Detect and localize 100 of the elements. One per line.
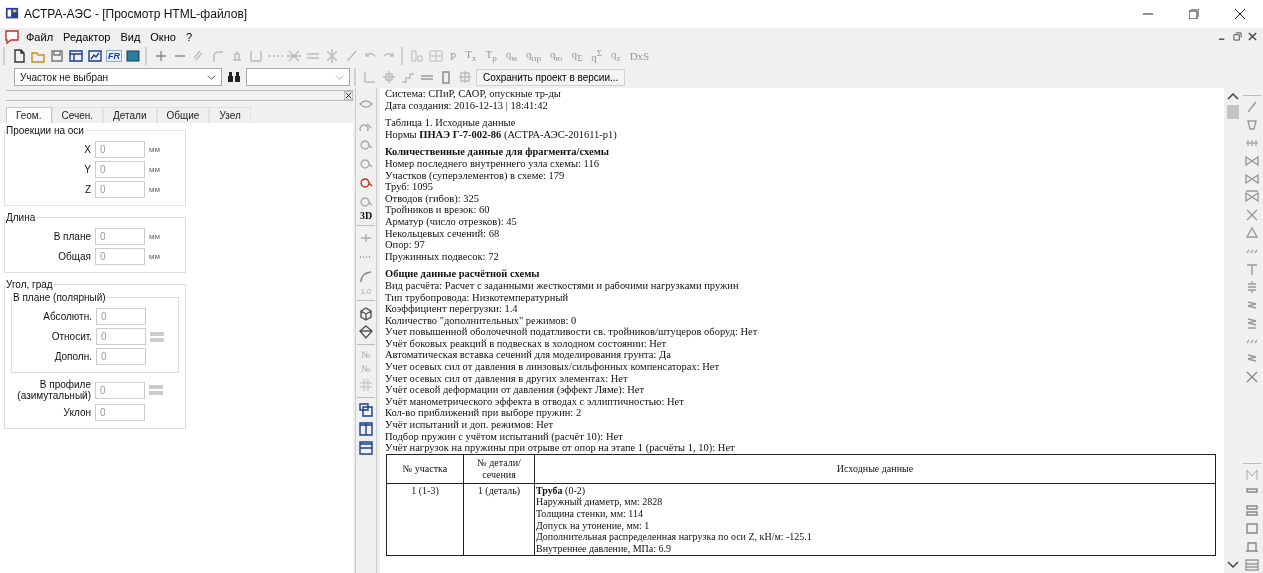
text-line: Учет повышенной оболочечной податливости св. тройников/штуцеров оборуд: Нет (385, 326, 759, 338)
panel-tab[interactable]: Детали (103, 107, 157, 123)
panel-tab[interactable]: Узел (209, 107, 251, 123)
text-line: Коэффициент перегрузки: 1.4 (385, 303, 519, 315)
unit-label: мм (149, 252, 160, 261)
document-icon (4, 28, 20, 45)
table-icon[interactable] (1244, 557, 1260, 573)
close-icon (1235, 9, 1245, 19)
toolbar-button[interactable]: T$_{x}$ (462, 47, 480, 64)
text-line: Учет осевых сил от давления в линзовых/сильфонных компенсаторах: Нет (385, 361, 720, 373)
toolbar-button[interactable]: q$_{Σ}$ (568, 47, 586, 64)
scroll-up-icon[interactable] (1226, 92, 1239, 100)
tee-icon[interactable] (1244, 261, 1260, 277)
restore-icon[interactable] (1233, 32, 1242, 41)
input-field[interactable]: 0 (96, 348, 146, 365)
curve-icon[interactable] (358, 268, 374, 284)
input-field[interactable]: 0 (95, 381, 145, 399)
text-line: Нормы ПНАЭ Г-7-002-86 (АСТРА-АЭС-201611-р1) (385, 128, 618, 141)
close-icon[interactable] (344, 91, 353, 100)
window-icon[interactable] (68, 47, 84, 64)
cross-icon[interactable] (1244, 369, 1260, 385)
spinner-icon[interactable] (149, 384, 163, 396)
group-title: В плане (полярный) (12, 292, 107, 303)
cross-icon[interactable] (324, 47, 340, 64)
section-heading: Количественные данные для фрагмента/схемы (385, 146, 611, 158)
toolbar-button[interactable]: q$_{z}$ (608, 47, 624, 64)
text-line: Отводов (гибов): 325 (385, 192, 480, 205)
column-header: № участка (386, 454, 464, 484)
text-line: Некольцевых сечений: 68 (385, 227, 501, 240)
save-version-button[interactable]: Сохранить проект в версии... (476, 68, 626, 86)
fr-logo-button[interactable]: FR (106, 49, 122, 62)
unit-label: мм (149, 232, 160, 241)
3d-button[interactable]: 3D (359, 210, 373, 221)
text-line: Участков (суперэлементов) в схеме: 179 (385, 169, 566, 182)
text-line: Учёт манометрического эффекта в отводах с эллиптичностью: Нет (385, 395, 685, 408)
field-label: Относит. (50, 331, 92, 342)
panel-tab[interactable]: Общие (156, 107, 210, 123)
section-combo[interactable]: Участок не выбран (14, 68, 222, 86)
scrollbar-thumb[interactable] (1226, 105, 1239, 119)
input-field[interactable]: 0 (95, 404, 145, 421)
panel-tab[interactable]: Геом. (6, 107, 52, 123)
input-field[interactable]: 0 (96, 308, 146, 325)
valve-icon[interactable] (1244, 117, 1260, 133)
input-field[interactable]: 0 (95, 161, 145, 178)
toolbar-button[interactable]: P (447, 49, 460, 62)
input-field[interactable]: 0 (95, 181, 145, 198)
bowtie-icon[interactable] (1244, 189, 1260, 205)
field-label: В профиле (азимутальный) (16, 379, 91, 401)
toolbar-button[interactable]: T$_{p}$ (482, 47, 500, 64)
monitor-icon[interactable] (125, 47, 141, 64)
cross-icon[interactable] (1244, 207, 1260, 223)
text-line: Тип трубопровода: Низкотемпературный (385, 291, 570, 304)
panel-tab[interactable]: Сечен. (51, 107, 104, 123)
text-line: Учёт боковых реакций в подвесках в холодном состоянии: Нет (385, 337, 668, 350)
menu-item[interactable]: ? (181, 30, 196, 43)
menu-item[interactable]: Файл (22, 30, 58, 43)
new-document-icon[interactable] (11, 47, 27, 64)
number-button[interactable]: № (361, 349, 371, 360)
group-title: Длина (5, 212, 37, 223)
toolbar-button[interactable]: q$^{Σ}$ (588, 48, 606, 63)
toolbar-button[interactable]: q$_{пр}$ (523, 47, 545, 64)
text-line: Система: СПиР, САОР, опускные тр-ды (385, 88, 562, 100)
cascade-icon[interactable] (358, 402, 374, 418)
text-line: Количество "дополнительных" режимов: 0 (385, 314, 578, 327)
bowtie-icon[interactable] (1244, 171, 1260, 187)
unit-label: мм (149, 165, 160, 174)
menu-item[interactable]: Окно (146, 30, 180, 43)
field-label: Общая (57, 251, 91, 262)
target-icon[interactable] (457, 69, 473, 85)
input-field[interactable]: 0 (95, 141, 145, 158)
menu-item[interactable]: Редактор (59, 30, 115, 43)
save-icon[interactable] (49, 47, 65, 64)
input-field[interactable]: 0 (95, 248, 145, 265)
field-label: Абсолютн. (42, 311, 92, 322)
input-field[interactable]: 0 (96, 328, 146, 345)
columns-icon[interactable] (358, 421, 374, 437)
group-title: Проекции на оси (5, 125, 85, 136)
spinner-icon[interactable] (150, 330, 164, 343)
toolbar-button[interactable]: q$_{м}$ (502, 47, 521, 64)
binoculars-icon[interactable] (226, 69, 242, 85)
menu-item[interactable]: Вид (116, 30, 145, 43)
dropdown-caret-icon (207, 72, 216, 82)
text-line: Учет осевых сил от давления в других элементах: Нет (385, 372, 629, 385)
field-label: Y (83, 164, 91, 175)
number-button[interactable]: № (361, 363, 371, 374)
bowtie-icon[interactable] (1244, 153, 1260, 169)
text-line: Кол-во приближений при выборе пружин: 2 (385, 407, 583, 420)
cube-icon[interactable] (358, 305, 374, 321)
table-cell: Труба (0-2) Наружный диаметр, мм: 2828 Толщина стенки, мм: 114 Допуск на утонение, мм: 1 Дополнительная распределенная нагрузка по оси Z, кН/м: -125.1 Внутреннее давление, МПа: 6.9 (534, 483, 1216, 556)
field-label: В плане (52, 231, 91, 242)
rows-icon[interactable] (358, 440, 374, 456)
close-icon[interactable] (1248, 32, 1257, 41)
table-cell: 1 (деталь) (463, 483, 535, 556)
image-icon[interactable] (87, 47, 103, 64)
input-field[interactable]: 0 (95, 228, 145, 245)
text-line: Подбор пружин с учётом испытаний (расчёт 10): Нет (385, 430, 624, 443)
toolbar-button[interactable]: q$_{ю}$ (547, 47, 566, 64)
scroll-down-icon[interactable] (1226, 561, 1239, 569)
text-line: Пружинных подвесок: 72 (385, 250, 500, 263)
toolbar-button[interactable]: DxS (626, 49, 653, 62)
